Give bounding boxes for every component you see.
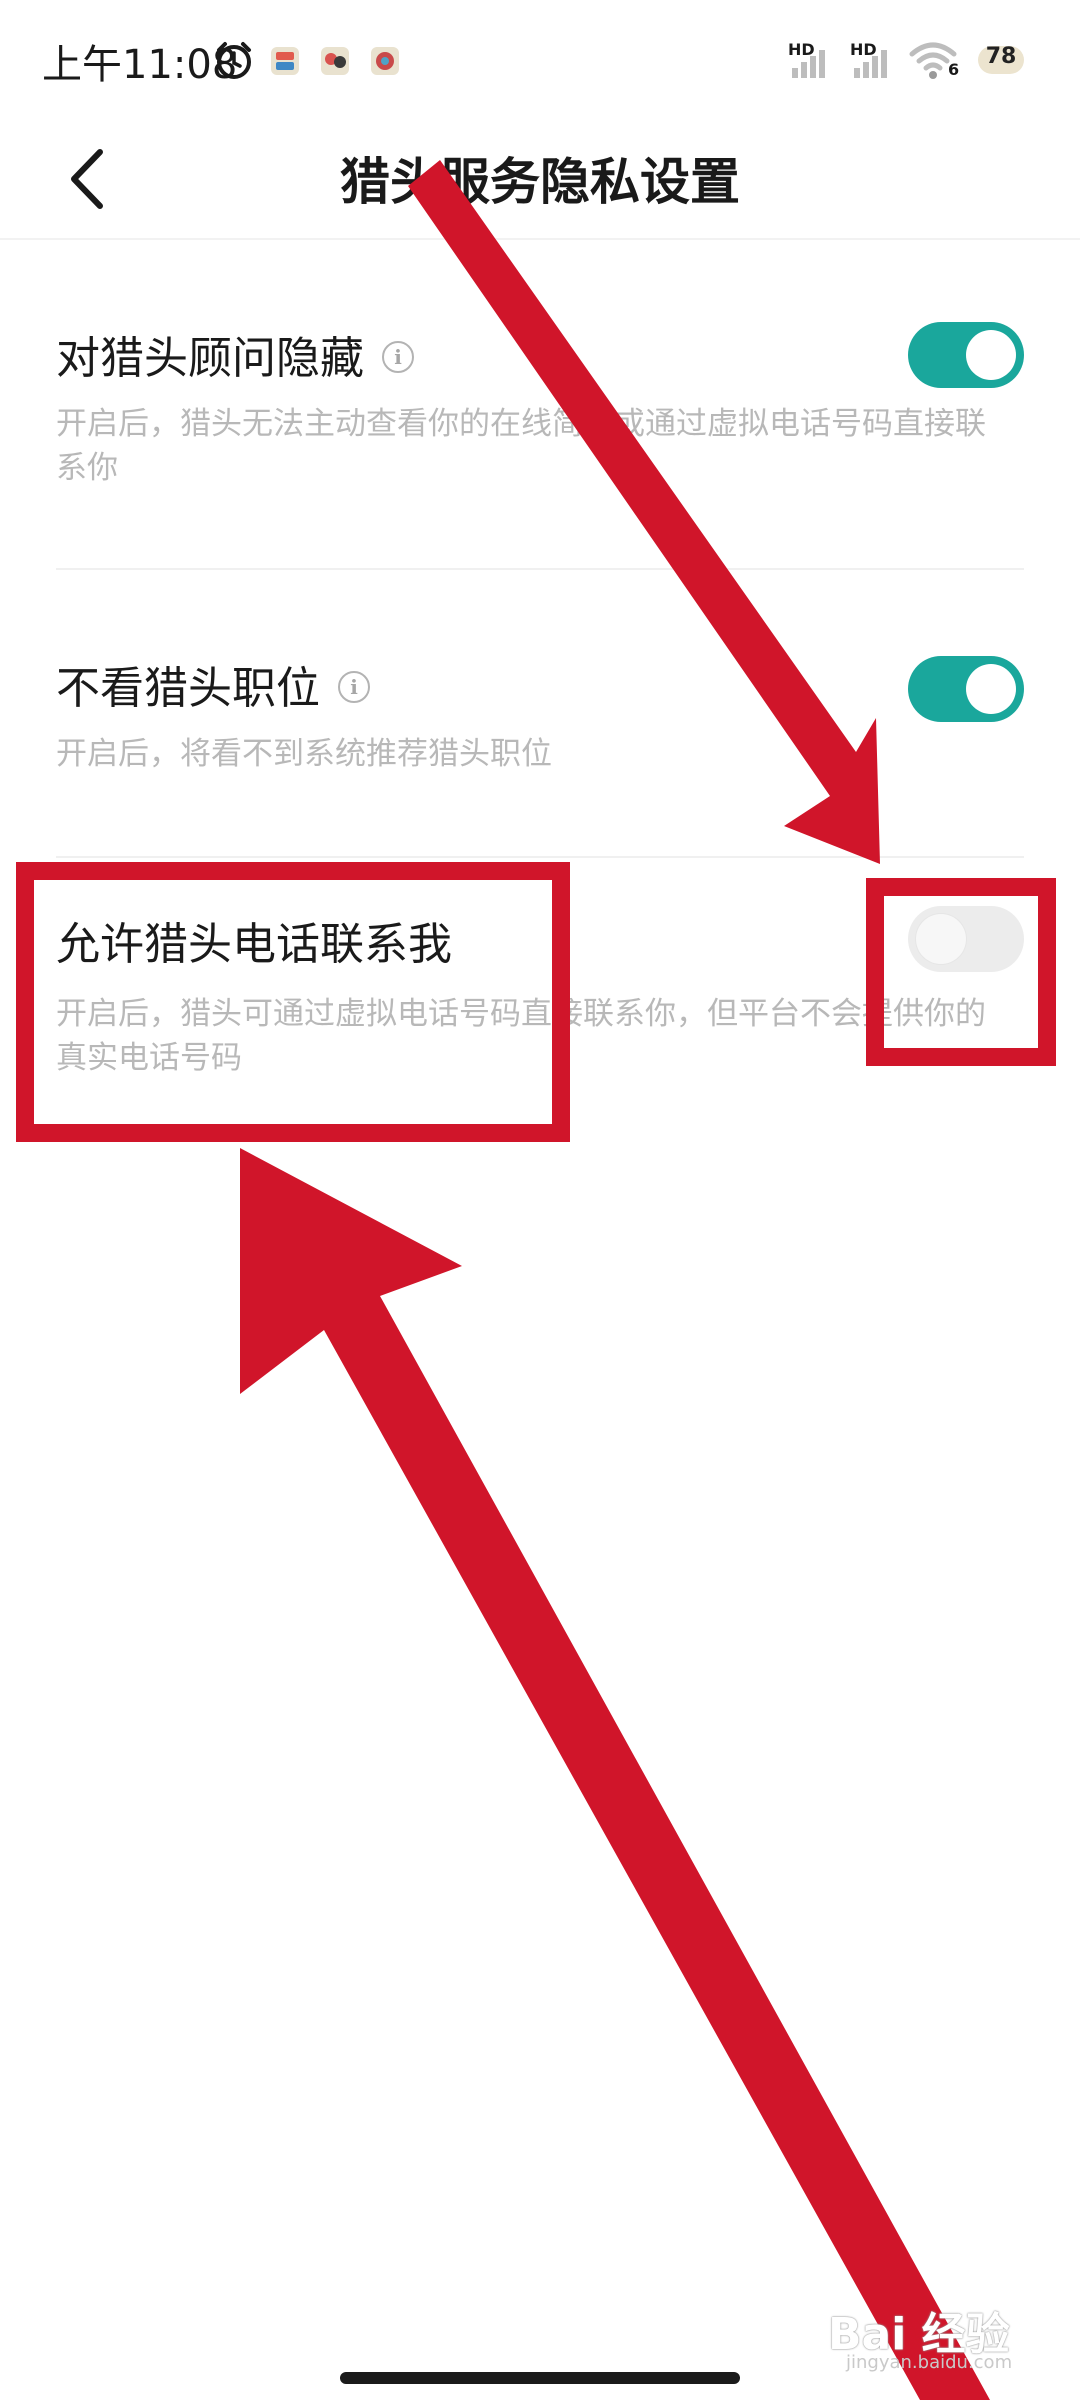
- alarm-icon: [217, 42, 251, 79]
- status-time: 上午11:08: [42, 42, 238, 88]
- setting-row-allow-headhunter-calls: 允许猎头电话联系我 开启后，猎头可通过虚拟电话号码直接联系你，但平台不会提供你的…: [0, 860, 1080, 1100]
- info-icon[interactable]: i: [338, 671, 370, 703]
- toggle-knob: [966, 330, 1016, 380]
- setting-description: 开启后，猎头无法主动查看你的在线简历或通过虚拟电话号码直接联系你: [56, 406, 986, 486]
- setting-title-wrap: 对猎头顾问隐藏 i: [56, 322, 414, 386]
- battery-level: 78: [985, 44, 1017, 69]
- allow-headhunter-calls-toggle[interactable]: [908, 906, 1024, 972]
- setting-description: 开启后，将看不到系统推荐猎头职位: [56, 736, 552, 772]
- nav-header: 猎头服务隐私设置: [0, 120, 1080, 240]
- annotation-arrow-up: [240, 1148, 990, 2400]
- signal-icon: [792, 50, 825, 78]
- info-icon[interactable]: i: [382, 341, 414, 373]
- setting-row-hide-from-headhunters: 对猎头顾问隐藏 i 开启后，猎头无法主动查看你的在线简历或通过虚拟电话号码直接联系…: [0, 280, 1080, 570]
- setting-title-wrap: 不看猎头职位 i: [56, 652, 370, 716]
- signal-icon: [854, 50, 887, 78]
- divider: [56, 568, 1024, 570]
- watermark-url: jingyan.baidu.com: [846, 2352, 1013, 2373]
- setting-description: 开启后，猎头可通过虚拟电话号码直接联系你，但平台不会提供你的真实电话号码: [56, 996, 986, 1076]
- hide-headhunter-jobs-toggle[interactable]: [908, 656, 1024, 722]
- notification-app-icon: [271, 47, 299, 75]
- setting-title: 不看猎头职位: [56, 663, 320, 714]
- divider: [56, 856, 1024, 858]
- setting-title: 对猎头顾问隐藏: [56, 333, 364, 384]
- home-indicator[interactable]: [340, 2372, 740, 2384]
- hide-from-headhunters-toggle[interactable]: [908, 322, 1024, 388]
- setting-row-hide-headhunter-jobs: 不看猎头职位 i 开启后，将看不到系统推荐猎头职位: [0, 572, 1080, 858]
- setting-title: 允许猎头电话联系我: [56, 919, 452, 970]
- notification-app-icon: [371, 47, 399, 75]
- wifi-label: 6: [948, 60, 960, 79]
- setting-title-wrap: 允许猎头电话联系我: [56, 908, 452, 972]
- toggle-knob: [966, 664, 1016, 714]
- toggle-knob: [916, 914, 966, 964]
- page-title: 猎头服务隐私设置: [340, 153, 740, 211]
- status-bar: 上午11:08 HD HD 6 78: [0, 0, 1080, 120]
- notification-app-icon: [321, 47, 349, 75]
